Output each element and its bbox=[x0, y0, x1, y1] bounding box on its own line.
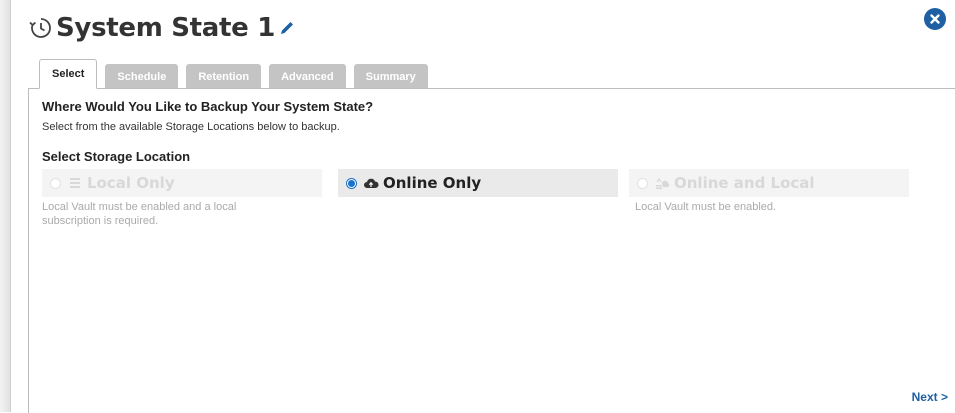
backup-dialog: System State 1 Select Schedule Retention… bbox=[18, 0, 955, 413]
select-panel: Where Would You Like to Backup Your Syst… bbox=[28, 88, 955, 413]
option-label: Online Only bbox=[383, 174, 482, 192]
tab-advanced[interactable]: Advanced bbox=[269, 64, 346, 89]
panel-heading: Where Would You Like to Backup Your Syst… bbox=[42, 99, 374, 114]
close-button[interactable] bbox=[924, 8, 946, 30]
sync-icon bbox=[656, 177, 670, 189]
radio-online-and-local[interactable] bbox=[637, 177, 648, 189]
pencil-edit-icon[interactable] bbox=[279, 20, 295, 36]
tab-summary[interactable]: Summary bbox=[353, 64, 428, 89]
note-line: Local Vault must be enabled. bbox=[635, 201, 777, 213]
option-label: Online and Local bbox=[674, 174, 815, 192]
radio-online-only[interactable] bbox=[346, 177, 357, 189]
option-online-only[interactable]: Online Only bbox=[338, 169, 618, 197]
page-title: System State 1 bbox=[56, 13, 276, 43]
note-line: Local Vault must be enabled and a local bbox=[42, 201, 237, 213]
tab-bar: Select Schedule Retention Advanced Summa… bbox=[39, 59, 436, 89]
server-icon bbox=[70, 178, 80, 188]
history-icon bbox=[29, 18, 51, 38]
title-row: System State 1 bbox=[28, 10, 295, 46]
cloud-icon bbox=[364, 178, 379, 188]
option-online-and-local[interactable]: Online and Local bbox=[629, 169, 909, 197]
tab-retention[interactable]: Retention bbox=[186, 64, 262, 89]
radio-local-only[interactable] bbox=[50, 177, 61, 189]
note-line: subscription is required. bbox=[42, 215, 159, 227]
option-local-only[interactable]: Local Only bbox=[42, 169, 322, 197]
left-rail bbox=[0, 0, 11, 412]
panel-subheading: Select from the available Storage Locati… bbox=[42, 121, 340, 133]
storage-location-label: Select Storage Location bbox=[42, 149, 191, 164]
option-label: Local Only bbox=[87, 174, 175, 192]
next-button[interactable]: Next > bbox=[912, 390, 948, 404]
tab-schedule[interactable]: Schedule bbox=[105, 64, 179, 89]
option-note-local-only: Local Vault must be enabled and a local … bbox=[42, 200, 236, 228]
option-note-online-and-local: Local Vault must be enabled. bbox=[635, 200, 776, 214]
close-icon bbox=[930, 14, 940, 24]
tab-select[interactable]: Select bbox=[39, 59, 98, 89]
